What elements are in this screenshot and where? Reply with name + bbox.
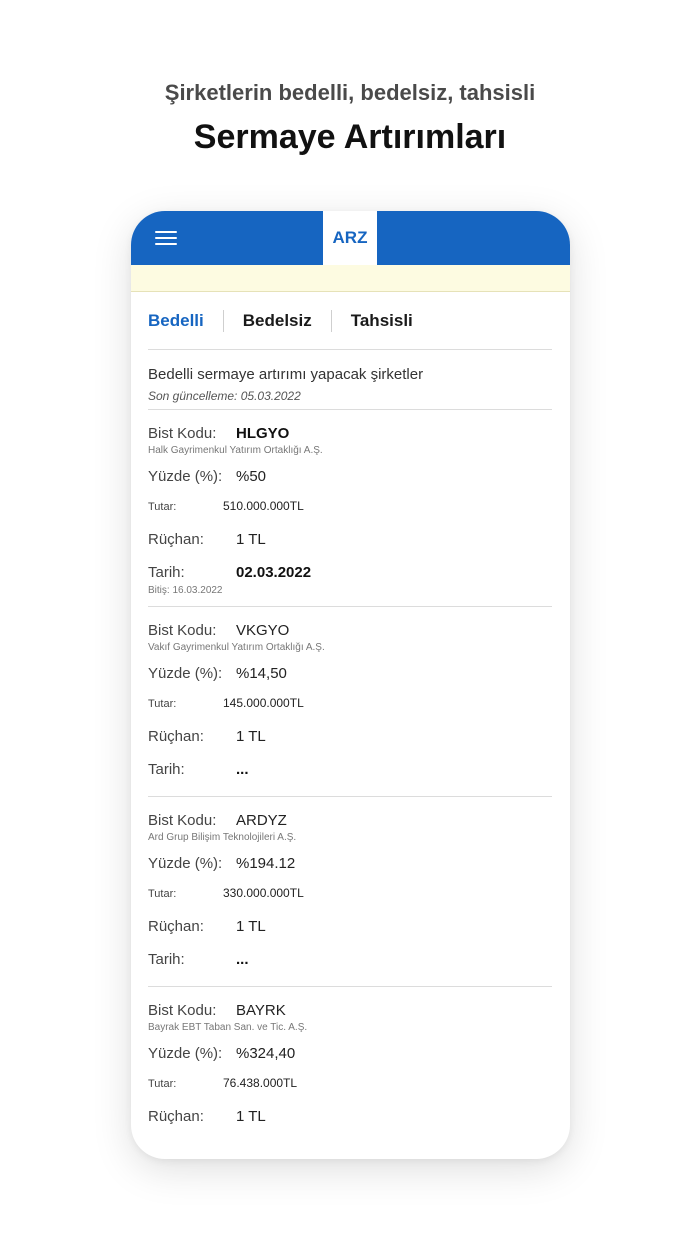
list-item[interactable]: Bist Kodu: BAYRK Bayrak EBT Taban San. v… (148, 987, 552, 1151)
percent-label: Yüzde (%): (148, 1045, 223, 1062)
date-value: 02.03.2022 (236, 564, 312, 581)
rights-label: Rüçhan: (148, 728, 204, 745)
percent-label: Yüzde (%): (148, 855, 223, 872)
rights-value: 1 TL (236, 531, 266, 548)
hero-subtitle: Şirketlerin bedelli, bedelsiz, tahsisli (164, 80, 536, 105)
code-label: Bist Kodu: (148, 1002, 217, 1019)
section-header: Bedelli sermaye artırımı yapacak şirketl… (148, 350, 552, 410)
list-item[interactable]: Bist Kodu: VKGYO Vakıf Gayrimenkul Yatır… (148, 607, 552, 797)
app-header: ARZ (131, 211, 570, 265)
tab-divider (330, 309, 332, 332)
stock-code: VKGYO (236, 622, 290, 639)
date-value: ... (236, 951, 249, 968)
tab-bedelli[interactable]: Bedelli (148, 311, 204, 331)
date-label: Tarih: (148, 951, 185, 968)
section-title: Bedelli sermaye artırımı yapacak şirketl… (148, 366, 424, 383)
rights-label: Rüçhan: (148, 918, 204, 935)
amount-label: Tutar: (148, 888, 177, 900)
code-label: Bist Kodu: (148, 812, 217, 829)
percent-value: %14,50 (236, 665, 287, 682)
rights-value: 1 TL (236, 728, 266, 745)
tab-bedelsiz[interactable]: Bedelsiz (243, 311, 312, 331)
company-name: Ard Grup Bilişim Teknolojileri A.Ş. (148, 832, 297, 843)
tab-bar: Bedelli Bedelsiz Tahsisli (148, 292, 552, 350)
amount-label: Tutar: (148, 1078, 177, 1090)
app-logo[interactable]: ARZ (323, 211, 377, 265)
amount-label: Tutar: (148, 501, 177, 513)
amount-value: 145.000.000TL (223, 696, 304, 710)
percent-value: %194.12 (236, 855, 296, 872)
percent-label: Yüzde (%): (148, 468, 223, 485)
rights-value: 1 TL (236, 918, 266, 935)
list-item[interactable]: Bist Kodu: HLGYO Halk Gayrimenkul Yatırı… (148, 410, 552, 607)
amount-value: 510.000.000TL (223, 499, 304, 513)
rights-label: Rüçhan: (148, 531, 204, 548)
hamburger-menu-icon[interactable] (155, 231, 177, 245)
company-name: Vakıf Gayrimenkul Yatırım Ortaklığı A.Ş. (148, 642, 325, 653)
phone-frame: ARZ Bedelli Bedelsiz Tahsisli Bedelli se… (131, 211, 570, 1159)
main-content: Bedelli Bedelsiz Tahsisli Bedelli sermay… (131, 292, 570, 1151)
stock-code: HLGYO (236, 425, 290, 442)
notice-banner (131, 265, 570, 292)
amount-value: 330.000.000TL (223, 886, 304, 900)
percent-value: %324,40 (236, 1045, 296, 1062)
date-label: Tarih: (148, 761, 185, 778)
percent-value: %50 (236, 468, 267, 485)
code-label: Bist Kodu: (148, 425, 217, 442)
code-label: Bist Kodu: (148, 622, 217, 639)
amount-label: Tutar: (148, 698, 177, 710)
date-label: Tarih: (148, 564, 185, 581)
company-name: Halk Gayrimenkul Yatırım Ortaklığı A.Ş. (148, 445, 323, 456)
date-value: ... (236, 761, 249, 778)
stock-code: BAYRK (236, 1002, 286, 1019)
company-name: Bayrak EBT Taban San. ve Tic. A.Ş. (148, 1022, 308, 1033)
percent-label: Yüzde (%): (148, 665, 223, 682)
rights-value: 1 TL (236, 1108, 266, 1125)
end-date: Bitiş: 16.03.2022 (148, 585, 223, 596)
hero-title: Sermaye Artırımları (193, 118, 507, 156)
tab-tahsisli[interactable]: Tahsisli (351, 311, 413, 331)
amount-value: 76.438.000TL (223, 1076, 298, 1090)
list-item[interactable]: Bist Kodu: ARDYZ Ard Grup Bilişim Teknol… (148, 797, 552, 987)
last-updated: Son güncelleme: 05.03.2022 (148, 389, 301, 403)
tab-divider (222, 309, 224, 332)
rights-label: Rüçhan: (148, 1108, 204, 1125)
stock-code: ARDYZ (236, 812, 287, 829)
